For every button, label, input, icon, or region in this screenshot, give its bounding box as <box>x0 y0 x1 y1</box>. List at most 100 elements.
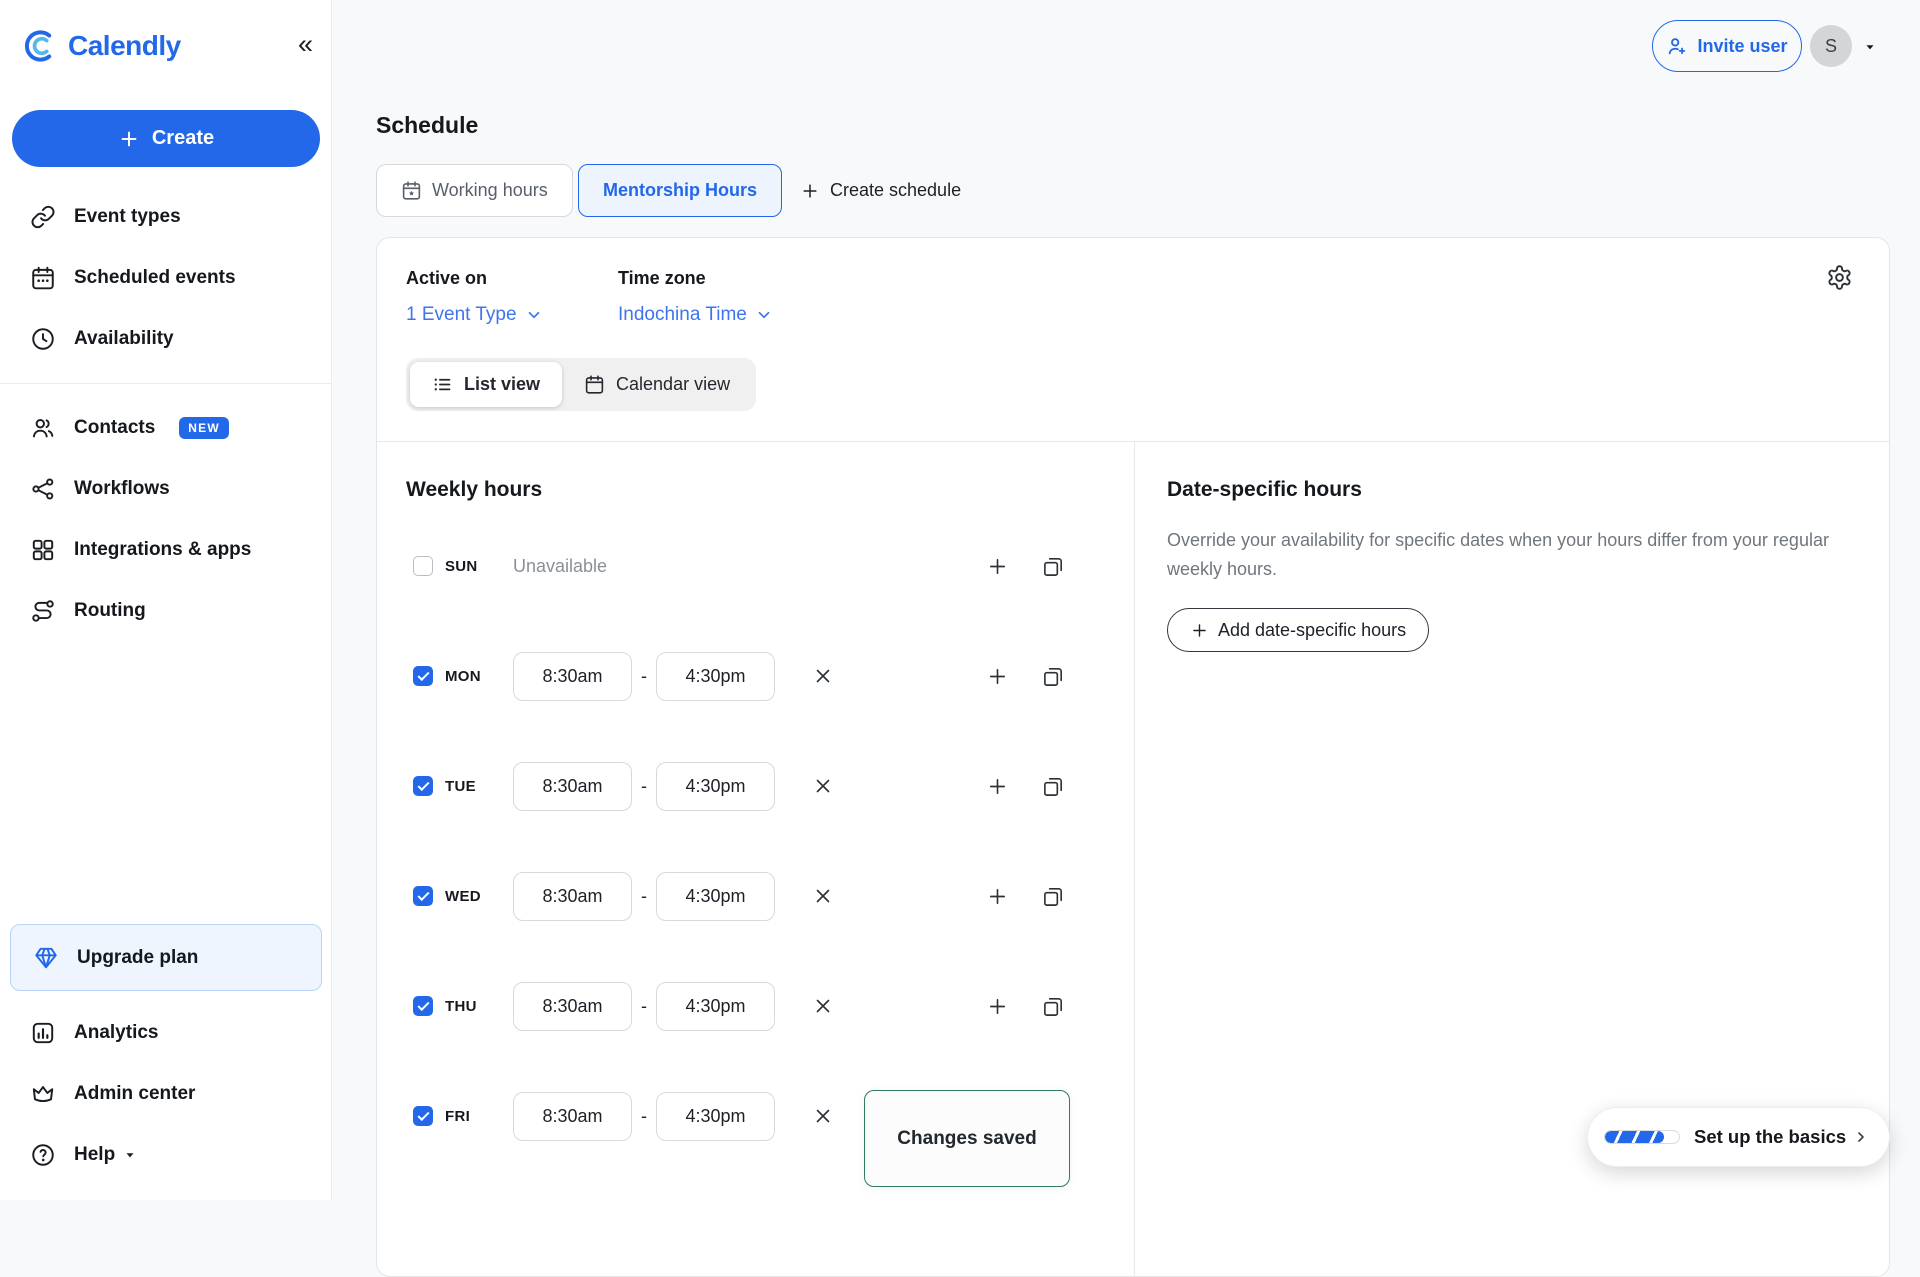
sidebar-item-upgrade-plan[interactable]: Upgrade plan <box>10 924 322 991</box>
tab-working-hours[interactable]: Working hours <box>376 164 573 217</box>
sidebar-item-workflows[interactable]: Workflows <box>0 458 332 519</box>
end-time-input[interactable]: 4:30pm <box>656 872 775 921</box>
add-interval-icon[interactable] <box>986 775 1009 798</box>
sidebar-item-event-types[interactable]: Event types <box>0 186 332 247</box>
clock-icon <box>30 326 56 352</box>
unavailable-label: Unavailable <box>513 556 607 577</box>
timezone-dropdown[interactable]: Indochina Time <box>618 304 773 326</box>
list-view-button[interactable]: List view <box>410 362 562 407</box>
start-time-input[interactable]: 8:30am <box>513 762 632 811</box>
active-on-dropdown[interactable]: 1 Event Type <box>406 304 543 326</box>
start-time-input[interactable]: 8:30am <box>513 982 632 1031</box>
plus-icon <box>1190 621 1209 640</box>
start-time-input[interactable]: 8:30am <box>513 1092 632 1141</box>
crown-icon <box>30 1081 56 1107</box>
date-specific-description: Override your availability for specific … <box>1167 526 1855 584</box>
day-checkbox[interactable] <box>413 666 433 686</box>
add-interval-icon[interactable] <box>986 995 1009 1018</box>
page-title: Schedule <box>376 112 478 139</box>
day-checkbox[interactable] <box>413 556 433 576</box>
add-interval-icon[interactable] <box>986 555 1009 578</box>
weekly-hours-title: Weekly hours <box>406 478 542 502</box>
delete-interval-icon[interactable] <box>812 995 834 1017</box>
sidebar-item-integrations-apps[interactable]: Integrations & apps <box>0 519 332 580</box>
invite-user-button[interactable]: Invite user <box>1652 20 1802 72</box>
gem-icon <box>33 945 59 971</box>
setup-progress-bar <box>1604 1130 1680 1144</box>
sidebar-item-availability[interactable]: Availability <box>0 308 332 369</box>
toast-message: Changes saved <box>897 1128 1036 1150</box>
add-date-specific-hours-button[interactable]: Add date-specific hours <box>1167 608 1429 652</box>
create-button[interactable]: Create <box>12 110 320 167</box>
copy-times-icon[interactable] <box>1042 555 1065 578</box>
end-time-input[interactable]: 4:30pm <box>656 652 775 701</box>
calendar-view-button[interactable]: Calendar view <box>562 362 752 407</box>
setup-basics-widget[interactable]: Set up the basics <box>1587 1107 1890 1167</box>
account-menu-caret-icon[interactable] <box>1862 40 1878 54</box>
sidebar-item-routing[interactable]: Routing <box>0 580 332 641</box>
sidebar-item-contacts[interactable]: Contacts NEW <box>0 397 332 458</box>
create-button-label: Create <box>152 127 214 150</box>
date-specific-title: Date-specific hours <box>1167 478 1362 502</box>
start-time-input[interactable]: 8:30am <box>513 872 632 921</box>
view-label: List view <box>464 374 540 395</box>
sidebar-nav-secondary: Contacts NEW Workflows Integrations & ap… <box>0 397 332 641</box>
sidebar-nav-bottom: Analytics Admin center Help <box>0 1002 332 1185</box>
end-time-input[interactable]: 4:30pm <box>656 762 775 811</box>
sidebar-item-scheduled-events[interactable]: Scheduled events <box>0 247 332 308</box>
create-schedule-button[interactable]: Create schedule <box>800 164 961 217</box>
time-range-separator: - <box>641 886 647 907</box>
sidebar-item-admin-center[interactable]: Admin center <box>0 1063 332 1124</box>
brand-wordmark: Calendly <box>68 30 181 62</box>
day-checkbox[interactable] <box>413 886 433 906</box>
end-time-input[interactable]: 4:30pm <box>656 982 775 1031</box>
caret-down-icon <box>123 1148 137 1162</box>
people-icon <box>30 415 56 441</box>
copy-times-icon[interactable] <box>1042 665 1065 688</box>
calendar-check-icon <box>30 265 56 291</box>
day-checkbox[interactable] <box>413 1106 433 1126</box>
route-icon <box>30 598 56 624</box>
copy-times-icon[interactable] <box>1042 885 1065 908</box>
copy-times-icon[interactable] <box>1042 995 1065 1018</box>
chevron-down-icon <box>525 306 543 324</box>
settings-gear-icon[interactable] <box>1826 264 1853 291</box>
tab-label: Mentorship Hours <box>603 180 757 201</box>
sidebar-item-help[interactable]: Help <box>0 1124 332 1185</box>
sidebar-item-analytics[interactable]: Analytics <box>0 1002 332 1063</box>
plus-icon <box>118 128 140 150</box>
calendar-star-icon <box>401 180 422 201</box>
add-interval-icon[interactable] <box>986 665 1009 688</box>
calendly-logo-icon <box>22 27 60 65</box>
setup-basics-label: Set up the basics <box>1694 1126 1846 1148</box>
day-checkbox[interactable] <box>413 996 433 1016</box>
tab-mentorship-hours[interactable]: Mentorship Hours <box>578 164 782 217</box>
link-icon <box>30 204 56 230</box>
view-toggle: List view Calendar view <box>406 358 756 411</box>
list-icon <box>432 374 453 395</box>
grid-icon <box>30 537 56 563</box>
end-time-input[interactable]: 4:30pm <box>656 1092 775 1141</box>
setup-progress-fill <box>1605 1131 1664 1143</box>
avatar[interactable]: S <box>1810 25 1852 67</box>
delete-interval-icon[interactable] <box>812 665 834 687</box>
add-date-specific-hours-label: Add date-specific hours <box>1218 620 1406 641</box>
timezone-label: Time zone <box>618 268 706 289</box>
delete-interval-icon[interactable] <box>812 885 834 907</box>
delete-interval-icon[interactable] <box>812 1105 834 1127</box>
weekly-day-row: WED 8:30am - 4:30pm <box>406 868 1096 924</box>
day-checkbox[interactable] <box>413 776 433 796</box>
sidebar-collapse-button[interactable]: « <box>298 31 313 62</box>
start-time-input[interactable]: 8:30am <box>513 652 632 701</box>
user-plus-icon <box>1666 35 1688 57</box>
bar-chart-icon <box>30 1020 56 1046</box>
timezone-value: Indochina Time <box>618 304 747 326</box>
time-range-separator: - <box>641 776 647 797</box>
weekly-day-row: SUN Unavailable <box>406 538 1096 594</box>
sidebar-nav-primary: Event types Scheduled events Availabilit… <box>0 186 332 369</box>
add-interval-icon[interactable] <box>986 885 1009 908</box>
sidebar-item-label: Upgrade plan <box>77 947 198 969</box>
copy-times-icon[interactable] <box>1042 775 1065 798</box>
day-label: FRI <box>445 1108 513 1125</box>
delete-interval-icon[interactable] <box>812 775 834 797</box>
